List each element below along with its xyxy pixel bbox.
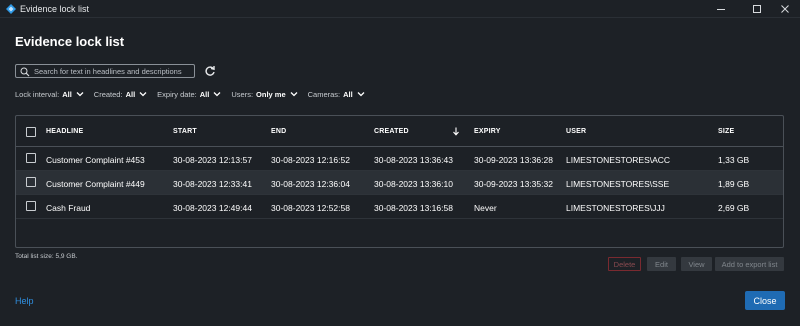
- app-icon: [6, 4, 16, 14]
- column-header-expiry[interactable]: EXPIRY: [474, 128, 501, 135]
- search-icon: [20, 67, 30, 77]
- column-header-created[interactable]: CREATED: [374, 128, 409, 135]
- page-title: Evidence lock list: [15, 34, 125, 49]
- window-title: Evidence lock list: [20, 4, 90, 14]
- column-header-start[interactable]: START: [173, 128, 197, 135]
- cell-expiry: 30-09-2023 13:36:28: [474, 155, 553, 165]
- cell-headline: Customer Complaint #453: [46, 155, 145, 165]
- cell-size: 1,33 GB: [718, 155, 750, 165]
- view-button[interactable]: View: [681, 257, 712, 271]
- close-icon: [781, 5, 789, 13]
- edit-button[interactable]: Edit: [647, 257, 676, 271]
- close-button[interactable]: Close: [745, 291, 785, 310]
- filter-value: All: [343, 89, 353, 99]
- chevron-down-icon: [76, 92, 84, 97]
- close-window-button[interactable]: [770, 0, 800, 18]
- select-all-checkbox[interactable]: [26, 127, 36, 137]
- table-row[interactable]: Customer Complaint #449 30-08-2023 12:33…: [16, 171, 783, 195]
- filter-cameras[interactable]: Cameras: All: [308, 89, 365, 99]
- filter-created[interactable]: Created: All: [94, 89, 147, 99]
- chevron-down-icon: [139, 92, 147, 97]
- cell-expiry: 30-09-2023 13:35:32: [474, 179, 553, 189]
- row-checkbox[interactable]: [26, 177, 36, 187]
- evidence-lock-table: HEADLINE START END CREATED EXPIRY USER S…: [15, 115, 784, 248]
- cell-created: 30-08-2023 13:36:43: [374, 155, 453, 165]
- cell-headline: Cash Fraud: [46, 203, 91, 213]
- filter-label: Created:: [93, 89, 123, 99]
- cell-user: LIMESTONESTORES\SSE: [566, 179, 670, 189]
- row-checkbox[interactable]: [26, 153, 36, 163]
- filter-value: All: [125, 89, 136, 99]
- chevron-down-icon: [213, 92, 221, 97]
- table-row[interactable]: Cash Fraud 30-08-2023 12:49:44 30-08-202…: [16, 195, 783, 219]
- delete-button[interactable]: Delete: [608, 257, 641, 271]
- column-header-user[interactable]: USER: [566, 128, 586, 135]
- cell-start: 30-08-2023 12:33:41: [173, 179, 252, 189]
- table-row[interactable]: Customer Complaint #453 30-08-2023 12:13…: [16, 147, 783, 171]
- filter-bar: Lock interval: All Created: All Expiry d…: [15, 89, 375, 99]
- cell-start: 30-08-2023 12:49:44: [173, 203, 252, 213]
- cell-size: 2,69 GB: [718, 203, 750, 213]
- column-header-headline[interactable]: HEADLINE: [46, 128, 83, 135]
- help-link[interactable]: Help: [15, 296, 34, 306]
- cell-expiry: Never: [474, 203, 497, 213]
- cell-user: LIMESTONESTORES\ACC: [566, 155, 671, 165]
- filter-value: Only me: [256, 89, 286, 99]
- chevron-down-icon: [357, 92, 365, 97]
- minimize-button[interactable]: [706, 0, 736, 18]
- filter-users[interactable]: Users: Only me: [231, 89, 298, 99]
- sort-descending-icon[interactable]: [452, 127, 460, 136]
- cell-user: LIMESTONESTORES\JJJ: [566, 203, 665, 213]
- cell-start: 30-08-2023 12:13:57: [173, 155, 252, 165]
- column-header-end[interactable]: END: [271, 128, 286, 135]
- chevron-down-icon: [290, 92, 298, 97]
- cell-headline: Customer Complaint #449: [46, 179, 145, 189]
- cell-created: 30-08-2023 13:16:58: [374, 203, 453, 213]
- row-checkbox[interactable]: [26, 201, 36, 211]
- filter-label: Expiry date:: [157, 89, 197, 99]
- add-to-export-list-button[interactable]: Add to export list: [715, 257, 784, 271]
- filter-label: Users:: [231, 89, 254, 99]
- minimize-icon: [717, 9, 725, 10]
- filter-value: All: [62, 89, 72, 99]
- filter-label: Lock interval:: [15, 89, 60, 99]
- search-input[interactable]: [34, 65, 192, 77]
- total-list-size: Total list size: 5,9 GB.: [15, 253, 78, 260]
- filter-value: All: [199, 89, 210, 99]
- filter-lock-interval[interactable]: Lock interval: All: [15, 89, 84, 99]
- cell-end: 30-08-2023 12:36:04: [271, 179, 350, 189]
- cell-size: 1,89 GB: [718, 179, 750, 189]
- column-header-size[interactable]: SIZE: [718, 128, 734, 135]
- maximize-button[interactable]: [742, 0, 772, 18]
- cell-end: 30-08-2023 12:52:58: [271, 203, 350, 213]
- cell-end: 30-08-2023 12:16:52: [271, 155, 350, 165]
- filter-expiry-date[interactable]: Expiry date: All: [157, 89, 221, 99]
- cell-created: 30-08-2023 13:36:10: [374, 179, 453, 189]
- refresh-icon[interactable]: [204, 65, 216, 77]
- search-box[interactable]: [15, 64, 195, 78]
- title-bar: Evidence lock list: [0, 0, 800, 18]
- maximize-icon: [753, 5, 761, 13]
- filter-label: Cameras:: [307, 89, 341, 99]
- table-header: HEADLINE START END CREATED EXPIRY USER S…: [16, 116, 783, 147]
